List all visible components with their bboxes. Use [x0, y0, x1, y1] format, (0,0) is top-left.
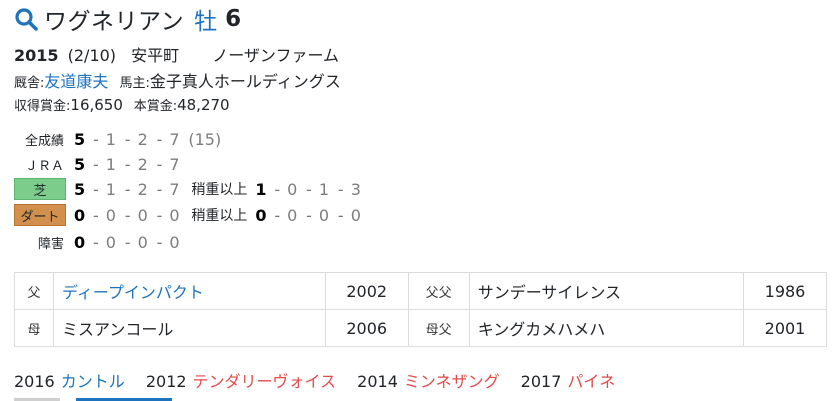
record-row-all: 全成績 5- 1- 2- 7 (15) [14, 127, 221, 151]
birth-region: 安平町 [131, 46, 180, 65]
search-icon[interactable] [14, 7, 38, 31]
sibling-list: 2016 カントル 2012 テンダリーヴォイス 2014 ミンネザング 2017 パイ… [14, 368, 631, 392]
sibling-link[interactable]: ミンネザング [404, 372, 500, 391]
record-label: 障害 [37, 236, 64, 252]
sibling-link[interactable]: テンダリーヴォイス [193, 372, 337, 391]
record-third: 0 [137, 232, 148, 252]
heavy-second: 0 [287, 205, 298, 225]
sire-sire-year: 1986 [743, 272, 827, 310]
horse-age: 6 [225, 6, 242, 32]
birth-date: (2/10) [67, 46, 117, 65]
record-other: 0 [169, 205, 180, 225]
record-third: 0 [137, 205, 148, 225]
record-other: 7 [169, 129, 180, 149]
heavy-wins: 0 [255, 205, 267, 225]
trainer-label: 厩舎 [14, 76, 41, 91]
sibling-link[interactable]: カントル [61, 372, 125, 391]
sibling-link[interactable]: パイネ [567, 372, 615, 391]
dirt-badge: ダート [14, 204, 66, 226]
pedigree-row-dam: 母 ミスアンコール 2006 母父 キングカメハメハ 2001 [14, 309, 827, 347]
heavy-other: 3 [350, 179, 361, 199]
trainer-link[interactable]: 友道康夫 [44, 72, 108, 91]
relation-label: 母父 [407, 309, 470, 347]
record-second: 1 [105, 179, 116, 199]
record-row-dirt: ダート 0- 0- 0- 0 稍重以上 0- 0- 0- 0 [14, 203, 363, 227]
dam-name: ミスアンコール [53, 309, 326, 347]
heavy-third: 0 [318, 205, 330, 225]
turf-badge: 芝 [14, 178, 66, 200]
heavy-other: 0 [350, 205, 361, 225]
relation-label: 母 [14, 309, 54, 347]
relation-label: 父 [14, 272, 54, 310]
record-label: 全成績 [24, 133, 64, 149]
earnings-value: 16,650 [70, 96, 123, 114]
sire-year: 2002 [324, 272, 409, 310]
owner-label: 馬主 [119, 76, 146, 91]
record-second: 1 [105, 154, 116, 174]
birth-year: 2015 [14, 46, 59, 65]
record-wins: 5 [74, 129, 86, 149]
record-row-turf: 芝 5- 1- 2- 7 稍重以上 1- 0- 1- 3 [14, 177, 363, 201]
record-wins: 0 [74, 232, 86, 252]
record-third: 2 [137, 129, 148, 149]
record-wins: 5 [74, 179, 86, 199]
birth-info: 2015 (2/10) 安平町 ノーザンファーム [14, 42, 339, 66]
horse-sex: 牡 [194, 9, 218, 35]
heavy-third: 1 [318, 179, 330, 199]
sibling-year: 2017 [520, 372, 562, 391]
breeder-name: ノーザンファーム [212, 46, 339, 65]
prize-label: 本賞金 [133, 99, 173, 114]
heavy-track-label: 稍重以上 [191, 182, 248, 198]
record-second: 1 [105, 129, 116, 149]
record-third: 2 [137, 179, 148, 199]
dam-year: 2006 [324, 309, 409, 347]
heavy-track-label: 稍重以上 [191, 208, 248, 224]
sire-link[interactable]: ディープインパクト [53, 272, 326, 310]
heavy-wins: 1 [255, 179, 267, 199]
record-label: ＪＲＡ [24, 158, 64, 174]
earnings-label: 収得賞金 [14, 99, 67, 114]
pedigree-table: 父 ディープインパクト 2002 父父 サンデーサイレンス 1986 母 ミスア… [14, 272, 827, 347]
dam-sire-year: 2001 [743, 309, 827, 347]
record-row-jump: 障害 0- 0- 0- 0 [14, 230, 181, 254]
record-third: 2 [137, 154, 148, 174]
record-row-jra: ＪＲＡ 5- 1- 2- 7 [14, 152, 181, 176]
heavy-second: 0 [287, 179, 298, 199]
sibling-year: 2016 [14, 372, 55, 391]
record-other: 7 [169, 179, 180, 199]
record-total: (15) [188, 129, 222, 149]
record-wins: 0 [74, 205, 86, 225]
horse-header: ワグネリアン 牡 6 [14, 2, 241, 36]
horse-name: ワグネリアン [44, 9, 185, 35]
record-wins: 5 [74, 154, 86, 174]
sire-sire-name: サンデーサイレンス [468, 272, 745, 310]
relation-label: 父父 [407, 272, 470, 310]
record-other: 7 [169, 154, 180, 174]
dam-sire-name: キングカメハメハ [468, 309, 745, 347]
pedigree-row-sire: 父 ディープインパクト 2002 父父 サンデーサイレンス 1986 [14, 272, 827, 310]
earnings-info: 収得賞金:16,650 本賞金:48,270 [14, 96, 230, 114]
prize-value: 48,270 [177, 96, 230, 114]
owner-name: 金子真人ホールディングス [149, 72, 341, 91]
sibling-year: 2014 [357, 372, 398, 391]
record-other: 0 [169, 232, 180, 252]
sibling-year: 2012 [145, 372, 187, 391]
record-second: 0 [105, 205, 116, 225]
connections-info: 厩舎:友道康夫 馬主:金子真人ホールディングス [14, 72, 341, 91]
record-second: 0 [105, 232, 116, 252]
